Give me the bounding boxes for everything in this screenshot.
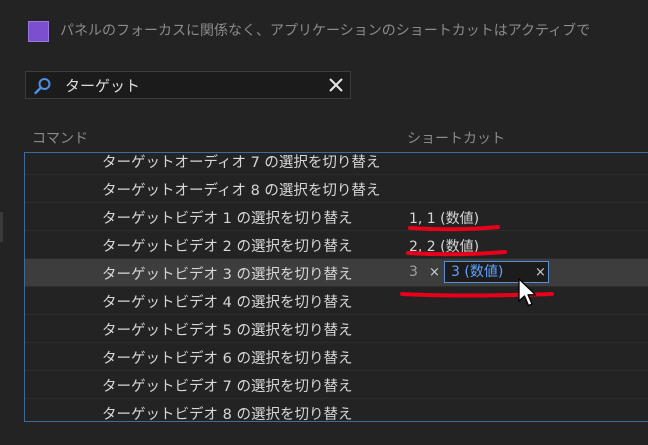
list-item[interactable]: ターゲットビデオ 7 の選択を切り替え — [25, 371, 648, 399]
panel-edge — [0, 212, 3, 242]
list-item[interactable]: ターゲットオーディオ 8 の選択を切り替え — [25, 175, 648, 203]
shortcut-chip[interactable]: 3 × — [403, 261, 444, 283]
list-item[interactable]: ターゲットビデオ 2 の選択を切り替え 2, 2 (数値) — [25, 231, 648, 259]
list-item[interactable]: ターゲットビデオ 8 の選択を切り替え — [25, 399, 648, 422]
list-item[interactable]: ターゲットビデオ 4 の選択を切り替え — [25, 287, 648, 315]
shortcut-edit-field[interactable]: 3 (数値) × — [444, 261, 549, 283]
remove-shortcut-icon[interactable]: × — [429, 262, 440, 284]
label-color-swatch[interactable] — [28, 21, 49, 42]
command-label: ターゲットビデオ 8 の選択を切り替え — [102, 407, 353, 422]
command-label: ターゲットビデオ 3 の選択を切り替え — [102, 267, 353, 283]
column-header-command[interactable]: コマンド — [32, 128, 88, 148]
search-input[interactable] — [65, 75, 315, 95]
search-box — [25, 71, 351, 99]
shortcut-key: 3 (数値) — [451, 264, 504, 280]
command-label: ターゲットオーディオ 7 の選択を切り替え — [102, 155, 381, 171]
shortcut-key: 3 — [409, 264, 418, 280]
app-shortcut-note: パネルのフォーカスに関係なく、アプリケーションのショートカットはアクティブで — [60, 23, 591, 39]
list-item-selected[interactable]: ターゲットビデオ 3 の選択を切り替え 3 × 3 (数値) × — [25, 259, 648, 287]
command-list: ターゲットオーディオ 7 の選択を切り替え ターゲットオーディオ 8 の選択を切… — [24, 152, 648, 422]
keyboard-shortcuts-panel: パネルのフォーカスに関係なく、アプリケーションのショートカットはアクティブで コ… — [0, 0, 648, 445]
command-label: ターゲットビデオ 1 の選択を切り替え — [102, 211, 353, 227]
command-label: ターゲットビデオ 6 の選択を切り替え — [102, 351, 353, 367]
list-item[interactable]: ターゲットビデオ 6 の選択を切り替え — [25, 343, 648, 371]
command-label: ターゲットビデオ 2 の選択を切り替え — [102, 239, 353, 255]
command-label: ターゲットビデオ 7 の選択を切り替え — [102, 379, 353, 395]
remove-shortcut-icon[interactable]: × — [535, 262, 546, 284]
command-label: ターゲットビデオ 4 の選択を切り替え — [102, 295, 353, 311]
close-icon[interactable] — [327, 76, 345, 94]
search-icon — [34, 78, 51, 95]
list-item[interactable]: ターゲットビデオ 5 の選択を切り替え — [25, 315, 648, 343]
list-item[interactable]: ターゲットビデオ 1 の選択を切り替え 1, 1 (数値) — [25, 203, 648, 231]
column-header-shortcut[interactable]: ショートカット — [407, 128, 505, 148]
list-item[interactable]: ターゲットオーディオ 7 の選択を切り替え — [25, 153, 648, 175]
shortcut-value[interactable]: 1, 1 (数値) — [409, 208, 479, 228]
shortcut-value[interactable]: 2, 2 (数値) — [409, 236, 479, 256]
command-label: ターゲットオーディオ 8 の選択を切り替え — [102, 183, 381, 199]
command-label: ターゲットビデオ 5 の選択を切り替え — [102, 323, 353, 339]
